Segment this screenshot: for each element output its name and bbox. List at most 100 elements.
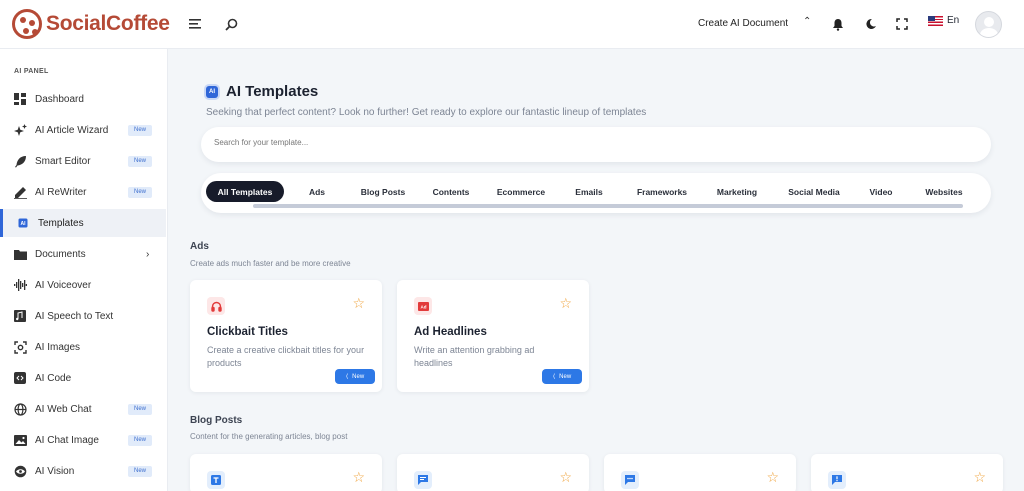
image-frame-icon xyxy=(13,340,27,354)
star-icon[interactable]: ☆ xyxy=(973,469,986,486)
sidebar-item-ai-code[interactable]: AI Code xyxy=(0,364,166,392)
section-description: Create ads much faster and be more creat… xyxy=(190,259,351,268)
sidebar-item-templates[interactable]: AI Templates xyxy=(0,209,166,237)
sidebar-item-ai-voiceover[interactable]: AI Voiceover xyxy=(0,271,166,299)
sidebar-item-ai-article-wizard[interactable]: AI Article Wizard New xyxy=(0,116,166,144)
page-header: AI AI Templates xyxy=(206,83,318,100)
tab-video[interactable]: Video xyxy=(863,181,899,202)
ai-chip-icon: AI xyxy=(16,216,30,230)
star-icon[interactable]: ☆ xyxy=(352,295,365,312)
section-title: Blog Posts xyxy=(190,415,243,426)
tab-marketing[interactable]: Marketing xyxy=(709,181,765,202)
sidebar-item-label: AI Vision xyxy=(35,465,75,477)
sidebar-item-ai-speech-to-text[interactable]: AI Speech to Text xyxy=(0,302,166,330)
card-title: Clickbait Titles xyxy=(207,326,288,338)
page-title: AI Templates xyxy=(226,83,319,100)
share-icon: ⟨ xyxy=(552,374,556,380)
template-card[interactable]: ☆ xyxy=(604,454,796,491)
audio-file-icon xyxy=(13,309,27,323)
avatar[interactable] xyxy=(975,11,1002,38)
headphones-icon xyxy=(207,297,225,315)
star-icon[interactable]: ☆ xyxy=(766,469,779,486)
language-selector[interactable]: En xyxy=(928,15,959,26)
chat-dots-icon xyxy=(621,471,639,489)
sidebar-item-documents[interactable]: Documents › xyxy=(0,240,166,268)
star-icon[interactable]: ☆ xyxy=(559,295,572,312)
tab-ecommerce[interactable]: Ecommerce xyxy=(491,181,551,202)
new-badge: New xyxy=(128,124,153,136)
new-badge: New xyxy=(128,465,153,477)
globe-icon xyxy=(13,402,27,416)
tab-emails[interactable]: Emails xyxy=(569,181,609,202)
tab-blog-posts[interactable]: Blog Posts xyxy=(353,181,413,202)
top-bar: SocialCoffee Create AI Document ⌃ En xyxy=(0,0,1024,49)
coffee-logo-icon xyxy=(12,9,42,39)
tab-social-media[interactable]: Social Media xyxy=(779,181,849,202)
sidebar-item-ai-images[interactable]: AI Images xyxy=(0,333,166,361)
language-label: En xyxy=(947,15,960,26)
sidebar-item-label: AI ReWriter xyxy=(35,186,87,198)
tab-frameworks[interactable]: Frameworks xyxy=(629,181,695,202)
sidebar-item-label: AI Voiceover xyxy=(35,279,92,291)
new-badge: New xyxy=(128,186,153,198)
main-content: AI AI Templates Seeking that perfect con… xyxy=(168,49,1024,491)
logo[interactable]: SocialCoffee xyxy=(12,9,170,39)
tab-contents[interactable]: Contents xyxy=(426,181,476,202)
message-lines-icon xyxy=(414,471,432,489)
sidebar-item-ai-vision[interactable]: AI Vision New xyxy=(0,457,166,485)
eye-globe-icon xyxy=(13,464,27,478)
waveform-icon xyxy=(13,278,27,292)
tab-ads[interactable]: Ads xyxy=(301,181,333,202)
category-tabs: All Templates Ads Blog Posts Contents Ec… xyxy=(201,173,991,213)
new-badge: New xyxy=(128,155,153,167)
sidebar-item-label: AI Speech to Text xyxy=(35,310,114,322)
new-button[interactable]: ⟨ New xyxy=(542,369,582,384)
fullscreen-icon[interactable] xyxy=(894,16,910,32)
search-input[interactable] xyxy=(214,138,914,147)
sidebar-item-ai-web-chat[interactable]: AI Web Chat New xyxy=(0,395,166,423)
sidebar-item-label: AI Images xyxy=(35,341,81,353)
tab-websites[interactable]: Websites xyxy=(917,181,971,202)
template-card[interactable]: ☆ xyxy=(397,454,589,491)
sidebar-section-label: AI PANEL xyxy=(14,68,49,75)
template-search[interactable] xyxy=(201,127,991,162)
moon-icon[interactable] xyxy=(863,16,879,32)
sidebar-item-label: Dashboard xyxy=(35,93,84,105)
create-ai-document-button[interactable]: Create AI Document xyxy=(698,18,788,29)
share-icon: ⟨ xyxy=(345,374,349,380)
template-card[interactable]: ☆ xyxy=(190,454,382,491)
sidebar-item-ai-rewriter[interactable]: AI ReWriter New xyxy=(0,178,166,206)
code-icon xyxy=(13,371,27,385)
dashboard-icon xyxy=(13,92,27,106)
sidebar-item-ai-chat-image[interactable]: AI Chat Image New xyxy=(0,426,166,454)
search-icon[interactable] xyxy=(223,16,239,32)
sidebar-item-label: Templates xyxy=(38,217,84,229)
new-badge: New xyxy=(128,434,153,446)
star-icon[interactable]: ☆ xyxy=(559,469,572,486)
sidebar-item-dashboard[interactable]: Dashboard xyxy=(0,85,166,113)
card-title: Ad Headlines xyxy=(414,326,487,338)
text-box-icon xyxy=(207,471,225,489)
sidebar-item-label: AI Article Wizard xyxy=(35,124,109,136)
tabs-scrollbar[interactable] xyxy=(253,204,963,208)
template-card[interactable]: ☆ xyxy=(811,454,1003,491)
pen-icon xyxy=(13,185,27,199)
folder-icon xyxy=(13,247,27,261)
sidebar-item-smart-editor[interactable]: Smart Editor New xyxy=(0,147,166,175)
template-card-clickbait-titles[interactable]: ☆ Clickbait Titles Create a creative cli… xyxy=(190,280,382,392)
section-title: Ads xyxy=(190,241,209,252)
template-card-ad-headlines[interactable]: Ad ☆ Ad Headlines Write an attention gra… xyxy=(397,280,589,392)
svg-text:Ad: Ad xyxy=(420,304,426,309)
chevron-up-icon[interactable]: ⌃ xyxy=(803,16,811,27)
bell-icon[interactable] xyxy=(830,16,846,32)
sidebar-item-label: AI Chat Image xyxy=(35,434,99,446)
tab-all-templates[interactable]: All Templates xyxy=(206,181,284,202)
new-button[interactable]: ⟨ New xyxy=(335,369,375,384)
flag-icon xyxy=(928,15,943,26)
svg-text:AI: AI xyxy=(21,221,27,227)
picture-icon xyxy=(13,433,27,447)
section-description: Content for the generating articles, blo… xyxy=(190,432,348,441)
chevron-right-icon: › xyxy=(146,248,150,260)
star-icon[interactable]: ☆ xyxy=(352,469,365,486)
menu-icon[interactable] xyxy=(188,16,204,32)
